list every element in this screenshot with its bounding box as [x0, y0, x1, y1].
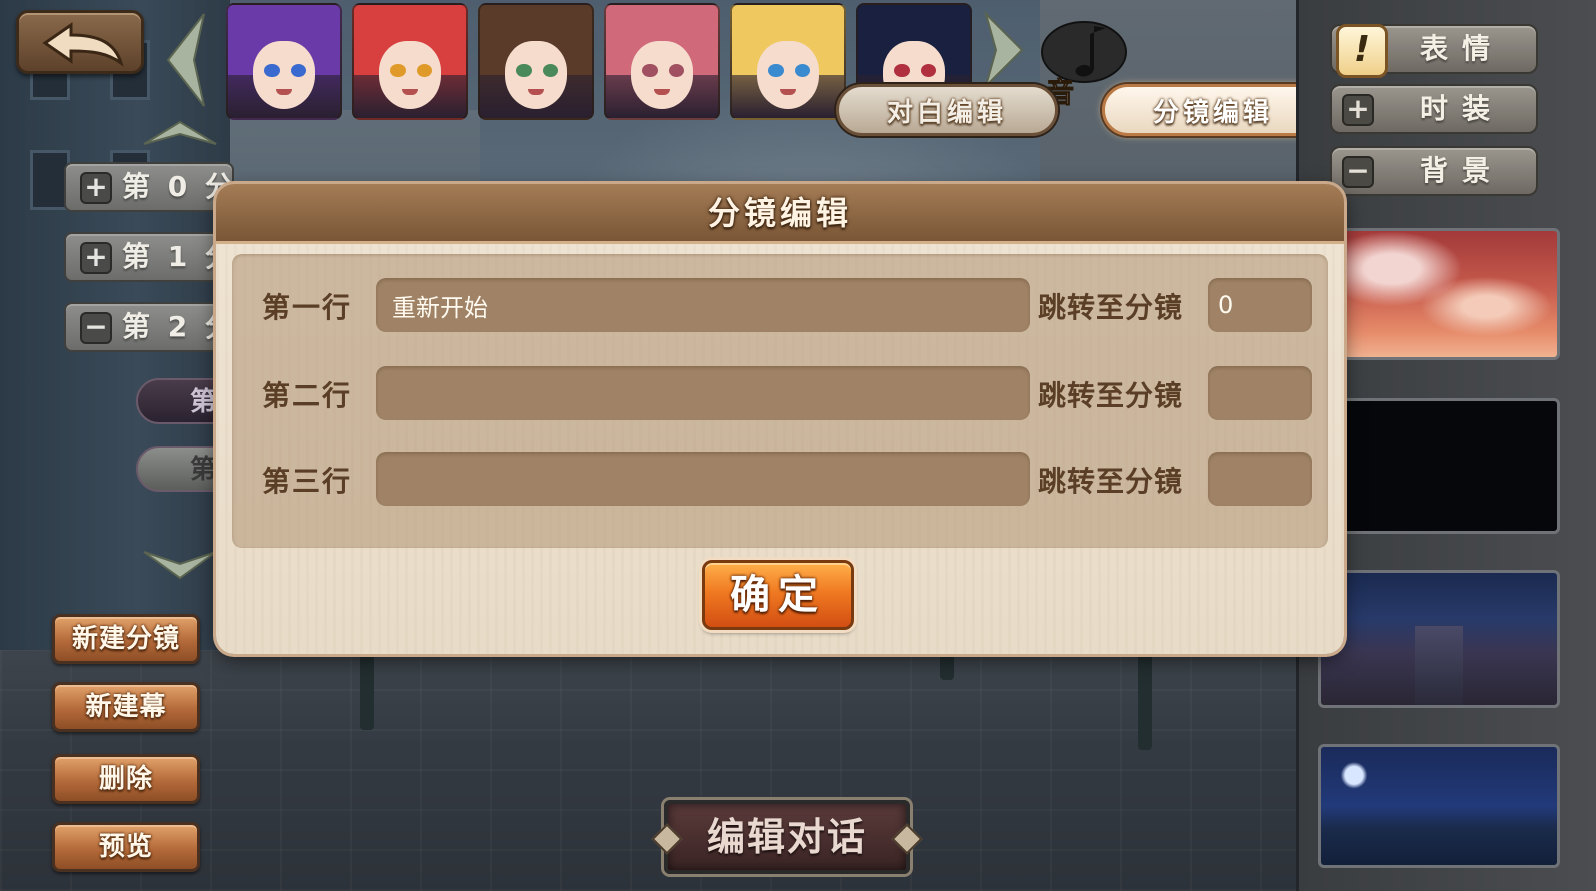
background-label: 背景	[1419, 154, 1504, 187]
portrait-face	[252, 41, 316, 109]
portrait-face	[504, 41, 568, 109]
shot-tab-0[interactable]: + 第 0 分镜	[64, 162, 234, 212]
portrait-eye	[893, 63, 910, 78]
preview-button[interactable]: 预览	[52, 822, 200, 872]
new-shot-button[interactable]: 新建分镜	[52, 614, 200, 664]
character-portrait[interactable]	[352, 3, 468, 120]
row-3-jump-label: 跳转至分镜	[1038, 465, 1184, 498]
portrait-eye	[515, 63, 532, 78]
row-2-jump-label: 跳转至分镜	[1038, 379, 1184, 412]
costume-label: 时装	[1419, 92, 1504, 125]
dialog-edit-button[interactable]: 对白编辑	[836, 84, 1058, 136]
confirm-button[interactable]: 确定	[702, 560, 854, 630]
background-thumb-sunset[interactable]	[1318, 228, 1560, 360]
background-thumb-night-street[interactable]	[1318, 570, 1560, 708]
edit-dialog-button[interactable]: 编辑对话	[664, 800, 910, 874]
shot-tab-1[interactable]: + 第 1 分镜	[64, 232, 234, 282]
character-portrait[interactable]	[604, 3, 720, 120]
row-2-text-input[interactable]	[376, 366, 1030, 420]
row-1-jump-input[interactable]	[1208, 278, 1312, 332]
expression-label: 表情	[1419, 32, 1504, 65]
portrait-eye	[641, 63, 658, 78]
shot-edit-button[interactable]: 分镜编辑	[1102, 84, 1324, 136]
character-portrait[interactable]	[730, 3, 846, 120]
scroll-up-icon[interactable]	[140, 118, 220, 148]
plus-icon: +	[1342, 94, 1374, 126]
sub-tab-label: 第	[190, 387, 217, 417]
row-2-label: 第二行	[262, 379, 353, 412]
modal-title: 分镜编辑	[707, 194, 852, 232]
scroll-left-icon[interactable]	[160, 10, 210, 110]
portrait-face	[756, 41, 820, 109]
plus-icon: +	[80, 242, 112, 274]
row-3-jump-input[interactable]	[1208, 452, 1312, 506]
back-arrow-icon	[42, 22, 124, 67]
portrait-face	[378, 41, 442, 109]
character-portrait[interactable]	[226, 3, 342, 120]
portrait-eye	[263, 63, 280, 78]
shot-edit-modal: 分镜编辑 第一行 跳转至分镜 第二行 跳转至分镜 第三行 跳转至分镜 确定	[216, 184, 1344, 654]
sub-tab-label: 第	[190, 455, 217, 485]
expression-button[interactable]: ! 表情	[1330, 24, 1538, 78]
row-1-jump-label: 跳转至分镜	[1038, 291, 1184, 324]
row-2-jump-input[interactable]	[1208, 366, 1312, 420]
back-button[interactable]	[16, 10, 144, 74]
choice-rows-panel: 第一行 跳转至分镜 第二行 跳转至分镜 第三行 跳转至分镜	[232, 254, 1328, 548]
background-button[interactable]: − 背景	[1330, 146, 1538, 196]
modal-header: 分镜编辑	[216, 184, 1344, 244]
character-portrait[interactable]	[478, 3, 594, 120]
row-3-label: 第三行	[262, 465, 353, 498]
row-3-text-input[interactable]	[376, 452, 1030, 506]
shot-tab-2[interactable]: − 第 2 分镜	[64, 302, 234, 352]
minus-icon: −	[1342, 156, 1374, 188]
new-scene-button[interactable]: 新建幕	[52, 682, 200, 732]
plus-icon: +	[80, 172, 112, 204]
delete-button[interactable]: 删除	[52, 754, 200, 804]
portrait-eye	[389, 63, 406, 78]
row-1-text-input[interactable]	[376, 278, 1030, 332]
portrait-eye	[767, 63, 784, 78]
background-thumb-moonlit-lake[interactable]	[1318, 744, 1560, 868]
scroll-down-icon[interactable]	[140, 548, 220, 582]
scroll-right-icon[interactable]	[980, 10, 1030, 90]
portrait-face	[630, 41, 694, 109]
background-thumb-black[interactable]	[1318, 398, 1560, 534]
row-1-label: 第一行	[262, 291, 353, 324]
exclamation-icon: !	[1336, 24, 1388, 78]
minus-icon: −	[80, 312, 112, 344]
costume-button[interactable]: + 时装	[1330, 84, 1538, 134]
